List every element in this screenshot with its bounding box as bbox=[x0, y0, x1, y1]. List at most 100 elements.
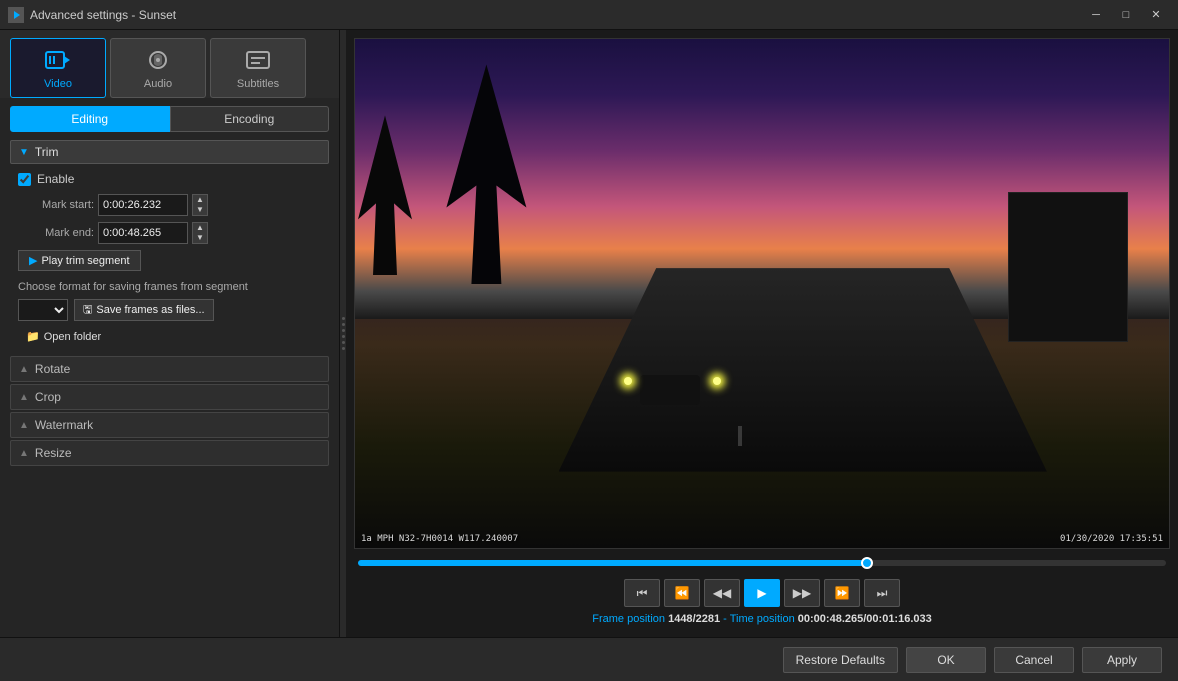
frame-position-label: Frame position bbox=[592, 613, 665, 625]
trim-section-header[interactable]: ▼ Trim bbox=[10, 140, 329, 164]
frame-total-val: 2281 bbox=[696, 613, 720, 625]
mark-end-row: Mark end: ▲ ▼ bbox=[14, 222, 325, 244]
watermark-arrow-icon: ▲ bbox=[19, 420, 29, 431]
video-overlay-right: 01/30/2020 17:35:51 bbox=[1060, 534, 1163, 544]
apply-button[interactable]: Apply bbox=[1082, 647, 1162, 673]
prev-fast-icon: ⏪ bbox=[675, 586, 690, 600]
progress-bar-container bbox=[354, 553, 1170, 573]
crop-section-header[interactable]: ▲ Crop bbox=[10, 384, 329, 410]
sub-tab-editing[interactable]: Editing bbox=[10, 106, 170, 132]
rotate-label: Rotate bbox=[35, 362, 70, 376]
play-trim-label: Play trim segment bbox=[41, 255, 129, 267]
play-trim-button[interactable]: ▶ Play trim segment bbox=[18, 250, 141, 271]
tab-video-label: Video bbox=[44, 78, 72, 90]
car-silhouette bbox=[640, 375, 700, 405]
open-folder-label: Open folder bbox=[44, 331, 101, 343]
road-marking bbox=[738, 426, 742, 446]
prev-slow-icon: ◀◀ bbox=[713, 586, 731, 600]
icon-tabs: Video Audio Subtitles bbox=[0, 30, 339, 98]
mark-start-label: Mark start: bbox=[14, 199, 94, 211]
play-icon: ▶ bbox=[757, 586, 766, 600]
next-slow-button[interactable]: ▶▶ bbox=[784, 579, 820, 607]
trim-section-body: Enable Mark start: ▲ ▼ Mark end: ▲ ▼ bbox=[10, 166, 329, 356]
trim-arrow-icon: ▼ bbox=[19, 147, 29, 158]
enable-row: Enable bbox=[18, 172, 325, 186]
frame-current-val: 1448 bbox=[668, 613, 692, 625]
restore-defaults-button[interactable]: Restore Defaults bbox=[783, 647, 898, 673]
time-total-val: 00:01:16.033 bbox=[866, 613, 931, 625]
tab-audio-label: Audio bbox=[144, 78, 172, 90]
sub-tabs: Editing Encoding bbox=[10, 106, 329, 132]
enable-label: Enable bbox=[37, 172, 74, 186]
app-icon bbox=[8, 7, 24, 23]
next-slow-icon: ▶▶ bbox=[793, 586, 811, 600]
mark-start-down[interactable]: ▼ bbox=[193, 205, 207, 215]
progress-track[interactable] bbox=[358, 560, 1166, 566]
cancel-button[interactable]: Cancel bbox=[994, 647, 1074, 673]
progress-thumb[interactable] bbox=[861, 557, 873, 569]
time-position-label: Time position bbox=[730, 613, 795, 625]
crop-label: Crop bbox=[35, 390, 61, 404]
last-frame-icon: ⏭ bbox=[877, 586, 888, 601]
open-folder-button[interactable]: 📁 Open folder bbox=[18, 327, 109, 346]
mark-start-spinner[interactable]: ▲ ▼ bbox=[192, 194, 208, 216]
headlight-left bbox=[624, 377, 632, 385]
close-button[interactable]: ✕ bbox=[1142, 4, 1170, 26]
rotate-section-header[interactable]: ▲ Rotate bbox=[10, 356, 329, 382]
trim-label: Trim bbox=[35, 145, 59, 159]
play-button[interactable]: ▶ bbox=[744, 579, 780, 607]
format-label: Choose format for saving frames from seg… bbox=[18, 281, 325, 293]
mark-end-up[interactable]: ▲ bbox=[193, 223, 207, 233]
window-title: Advanced settings - Sunset bbox=[30, 8, 1082, 22]
resize-arrow-icon: ▲ bbox=[19, 448, 29, 459]
crop-arrow-icon: ▲ bbox=[19, 392, 29, 403]
format-dropdown[interactable] bbox=[18, 299, 68, 321]
minimize-button[interactable]: ─ bbox=[1082, 4, 1110, 26]
rotate-arrow-icon: ▲ bbox=[19, 364, 29, 375]
mark-end-label: Mark end: bbox=[14, 227, 94, 239]
video-overlay-left: 1a MPH N32-7H0014 W117.240007 bbox=[361, 534, 518, 544]
mark-end-input[interactable] bbox=[98, 222, 188, 244]
maximize-button[interactable]: □ bbox=[1112, 4, 1140, 26]
mark-end-down[interactable]: ▼ bbox=[193, 233, 207, 243]
titlebar: Advanced settings - Sunset ─ □ ✕ bbox=[0, 0, 1178, 30]
format-row: 🖫 Save frames as files... bbox=[18, 299, 325, 321]
ok-button[interactable]: OK bbox=[906, 647, 986, 673]
resize-label: Resize bbox=[35, 446, 72, 460]
tab-audio[interactable]: Audio bbox=[110, 38, 206, 98]
mark-start-input[interactable] bbox=[98, 194, 188, 216]
prev-slow-button[interactable]: ◀◀ bbox=[704, 579, 740, 607]
time-current-val: 00:00:48.265 bbox=[798, 613, 863, 625]
next-fast-button[interactable]: ⏩ bbox=[824, 579, 860, 607]
sub-tab-encoding[interactable]: Encoding bbox=[170, 106, 330, 132]
mark-start-row: Mark start: ▲ ▼ bbox=[14, 194, 325, 216]
main-content: Video Audio Subtitles bbox=[0, 30, 1178, 637]
last-frame-button[interactable]: ⏭ bbox=[864, 579, 900, 607]
watermark-section-header[interactable]: ▲ Watermark bbox=[10, 412, 329, 438]
bottom-bar: Restore Defaults OK Cancel Apply bbox=[0, 637, 1178, 681]
resize-section-header[interactable]: ▲ Resize bbox=[10, 440, 329, 466]
left-panel: Video Audio Subtitles bbox=[0, 30, 340, 637]
video-preview: 1a MPH N32-7H0014 W117.240007 01/30/2020… bbox=[354, 38, 1170, 549]
mark-start-up[interactable]: ▲ bbox=[193, 195, 207, 205]
progress-fill bbox=[358, 560, 867, 566]
first-frame-icon: ⏮ bbox=[637, 586, 648, 601]
save-frames-label: Save frames as files... bbox=[96, 304, 204, 316]
building-right bbox=[1008, 192, 1128, 342]
watermark-label: Watermark bbox=[35, 418, 93, 432]
tab-subtitles-label: Subtitles bbox=[237, 78, 279, 90]
tab-subtitles[interactable]: Subtitles bbox=[210, 38, 306, 98]
first-frame-button[interactable]: ⏮ bbox=[624, 579, 660, 607]
window-controls: ─ □ ✕ bbox=[1082, 4, 1170, 26]
sections-panel: ▼ Trim Enable Mark start: ▲ ▼ Mark bbox=[0, 140, 339, 637]
controls-bar: ⏮ ⏪ ◀◀ ▶ ▶▶ ⏩ ⏭ bbox=[354, 573, 1170, 613]
mark-end-spinner[interactable]: ▲ ▼ bbox=[192, 222, 208, 244]
save-frames-button[interactable]: 🖫 Save frames as files... bbox=[74, 299, 214, 321]
right-panel: 1a MPH N32-7H0014 W117.240007 01/30/2020… bbox=[346, 30, 1178, 637]
format-section: Choose format for saving frames from seg… bbox=[14, 281, 325, 346]
enable-checkbox[interactable] bbox=[18, 173, 31, 186]
prev-fast-button[interactable]: ⏪ bbox=[664, 579, 700, 607]
tab-video[interactable]: Video bbox=[10, 38, 106, 98]
frame-position-bar: Frame position 1448/2281 - Time position… bbox=[354, 613, 1170, 629]
save-icon: 🖫 bbox=[83, 301, 92, 320]
